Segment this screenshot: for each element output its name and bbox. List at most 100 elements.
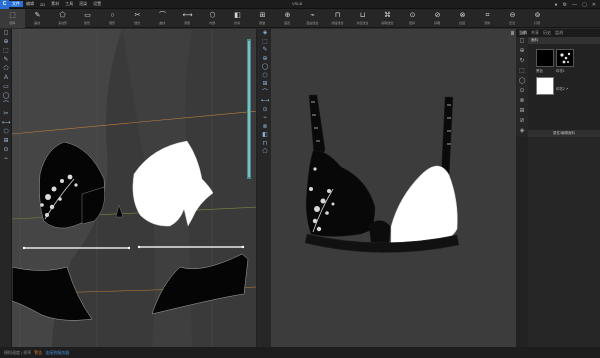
menu-file[interactable]: 文件 xyxy=(9,1,23,7)
panel-side-icon[interactable]: ◻ xyxy=(516,37,528,47)
left-tool-icon[interactable]: ◯ xyxy=(0,92,12,101)
tool-label: 测量 xyxy=(184,21,191,25)
mid-tool-icon[interactable]: ⟷ xyxy=(259,97,271,106)
panel-side-icon[interactable]: ⬚ xyxy=(516,67,528,77)
tool-icon: ⌒ xyxy=(159,12,166,19)
toolbar-button[interactable]: ⊙ 纽扣 xyxy=(400,9,425,28)
left-tool-icon[interactable]: ⊕ xyxy=(0,38,12,47)
left-tool-icon[interactable]: ⊙ xyxy=(0,146,12,155)
toolbar-button[interactable]: ⬡ 内部 xyxy=(200,9,225,28)
left-tool-icon[interactable]: ⟷ xyxy=(0,119,12,128)
toolbar-button[interactable]: ⊗ 拉链 xyxy=(450,9,475,28)
menu-materials[interactable]: 素材 xyxy=(48,1,62,7)
left-tool-icon[interactable]: ⊞ xyxy=(0,137,12,146)
tool-icon: ⌘ xyxy=(384,12,391,19)
minimize-icon[interactable]: — xyxy=(572,2,577,8)
toolbar-button[interactable]: ◧ 折叠 xyxy=(225,9,250,28)
toolbar-button[interactable]: ⊕ 固定 xyxy=(275,9,300,28)
tool-label: 褶皱 xyxy=(259,21,266,25)
toolbar-button[interactable]: ⊔ 对位缝合 xyxy=(350,9,375,28)
status-link[interactable]: 连接到服务器 xyxy=(45,350,69,355)
toolbar-button[interactable]: ⬚ 选择 xyxy=(0,9,25,28)
center-gore-3d xyxy=(369,220,391,243)
avatar-canvas[interactable] xyxy=(271,29,516,347)
mid-tool-icon[interactable]: ◯ xyxy=(259,63,271,72)
fabric-swatch-white[interactable] xyxy=(536,77,554,95)
tool-label: 固定 xyxy=(284,21,291,25)
left-tool-icon[interactable]: ⌒ xyxy=(0,101,12,110)
pattern-canvas[interactable] xyxy=(12,29,258,347)
mid-tool-icon[interactable]: ⊙ xyxy=(259,106,271,115)
tool-icon: ◧ xyxy=(234,12,241,19)
toolbar-button[interactable]: ⌒ 曲线 xyxy=(150,9,175,28)
panel-side-icon[interactable]: ⊘ xyxy=(516,117,528,127)
panel-side-icon[interactable]: ⊕ xyxy=(516,47,528,57)
mid-tool-icon[interactable]: ⊕ xyxy=(259,55,271,64)
mid-tool-icon[interactable]: ⌒ xyxy=(259,89,271,98)
toolbar-button[interactable]: ⊓ 线段缝合 xyxy=(325,9,350,28)
mid-tool-icon[interactable]: ⬚ xyxy=(259,38,271,47)
toolbar-button[interactable]: ⌁ 自由缝合 xyxy=(300,9,325,28)
mid-tool-icon[interactable]: ⊗ xyxy=(259,123,271,132)
panel-side-icon[interactable]: ⊗ xyxy=(516,97,528,107)
menu-2d[interactable]: 2D xyxy=(37,2,48,7)
panel-side-icon[interactable]: ⊞ xyxy=(516,107,528,117)
pattern-2d-view[interactable] xyxy=(12,29,258,347)
tab-shared[interactable]: 共享 xyxy=(531,30,539,36)
menu-bar: C 文件 编辑 2D 素材 工具 渲染 设置 VSLB ● ⚙ — ▢ ✕ xyxy=(0,0,600,9)
mid-tool-icon[interactable]: ⌁ xyxy=(259,114,271,123)
left-tool-icon[interactable]: ⬠ xyxy=(0,65,12,74)
menu-render[interactable]: 渲染 xyxy=(76,1,90,7)
toolbar-button[interactable]: ⬠ 多边形 xyxy=(50,9,75,28)
fabric-swatch-lace[interactable] xyxy=(556,49,574,67)
fabric-swatch-black[interactable] xyxy=(536,49,554,67)
toolbar-button[interactable]: ⌗ 安排 xyxy=(475,9,500,28)
toolbar-button[interactable]: ⟷ 测量 xyxy=(175,9,200,28)
tab-history[interactable]: 历史 xyxy=(543,30,551,36)
mid-tool-icon[interactable]: ⬠ xyxy=(259,148,271,157)
mid-tool-icon[interactable]: ✎ xyxy=(259,46,271,55)
mid-tool-icon[interactable]: ◧ xyxy=(259,131,271,140)
gear-icon[interactable]: ⚙ xyxy=(563,2,567,8)
toolbar-button[interactable]: ⊘ 扣眼 xyxy=(425,9,450,28)
maximize-icon[interactable]: ▢ xyxy=(582,2,587,8)
toolbar-button[interactable]: ⊖ 压烫 xyxy=(500,9,525,28)
left-tool-icon[interactable]: A xyxy=(0,74,12,83)
status-text: 模拟速度 | 帧率 xyxy=(4,350,32,355)
menu-tools[interactable]: 工具 xyxy=(62,1,76,7)
mid-tool-icon[interactable]: ⬡ xyxy=(259,72,271,81)
tool-label: 内部 xyxy=(209,21,216,25)
tab-current[interactable]: 当前 xyxy=(519,30,527,36)
left-tool-icon[interactable]: ✎ xyxy=(0,56,12,65)
left-tool-icon[interactable]: ▭ xyxy=(0,83,12,92)
panel-side-icon[interactable]: ⊙ xyxy=(516,87,528,97)
toolbar-button[interactable]: ⊚ 打褶 xyxy=(525,9,550,28)
close-icon[interactable]: ✕ xyxy=(592,2,596,8)
panel-side-icon[interactable]: ↻ xyxy=(516,57,528,67)
toolbar-button[interactable]: ✎ 画线 xyxy=(25,9,50,28)
mid-tool-icon[interactable]: ◈ xyxy=(259,29,271,38)
left-tool-icon[interactable]: ⬡ xyxy=(0,128,12,137)
menu-edit[interactable]: 编辑 xyxy=(23,1,37,7)
mid-tool-icon[interactable]: ⊞ xyxy=(259,80,271,89)
toolbar-button[interactable]: ○ 圆形 xyxy=(100,9,125,28)
menu-settings[interactable]: 设置 xyxy=(90,1,104,7)
garment-3d-view[interactable] xyxy=(271,29,516,347)
app-logo: C xyxy=(0,0,9,9)
tab-monitor[interactable]: 监测 xyxy=(555,30,563,36)
left-tool-icon[interactable]: ⬚ xyxy=(0,47,12,56)
tool-label: 矩形 xyxy=(84,21,91,25)
left-tool-icon[interactable]: ◻ xyxy=(0,29,12,38)
status-warning: 警告 xyxy=(34,350,43,355)
account-icon[interactable]: ● xyxy=(555,2,558,8)
tool-icon: ⌁ xyxy=(310,12,315,19)
left-tool-icon[interactable]: ✂ xyxy=(0,110,12,119)
panel-side-icon[interactable]: ◈ xyxy=(516,127,528,137)
panel-side-icon[interactable]: ◯ xyxy=(516,77,528,87)
toolbar-button[interactable]: ▭ 矩形 xyxy=(75,9,100,28)
mid-tool-icon[interactable]: ⊓ xyxy=(259,140,271,149)
toolbar-button[interactable]: ✂ 缝合 xyxy=(125,9,150,28)
toolbar-button[interactable]: ⌘ 编辑缝合 xyxy=(375,9,400,28)
toolbar-button[interactable]: ⊞ 褶皱 xyxy=(250,9,275,28)
left-tool-icon[interactable]: ⌁ xyxy=(0,155,12,164)
